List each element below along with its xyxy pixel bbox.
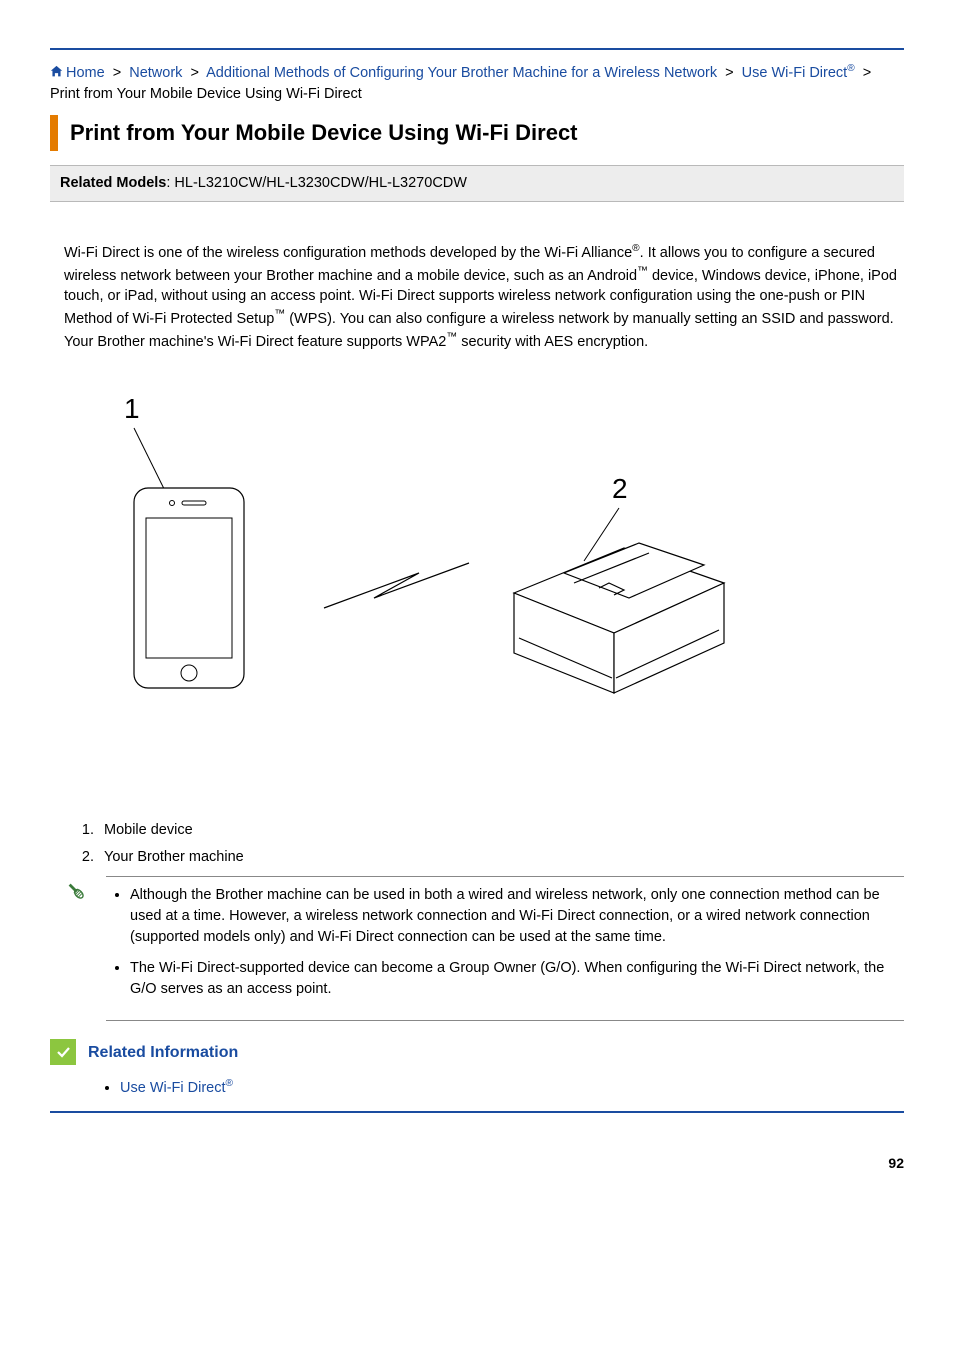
page-number: 92	[50, 1153, 904, 1173]
breadcrumb-use-wifi-direct[interactable]: Use Wi-Fi Direct®	[742, 65, 855, 81]
breadcrumb-network[interactable]: Network	[129, 65, 182, 81]
related-information-title: Related Information	[88, 1041, 238, 1064]
diagram-legend: Mobile device Your Brother machine	[84, 820, 904, 868]
breadcrumb-home[interactable]: Home	[66, 65, 105, 81]
intro-paragraph: Wi-Fi Direct is one of the wireless conf…	[64, 242, 904, 353]
note-item-2: The Wi-Fi Direct-supported device can be…	[130, 958, 904, 1000]
wireless-icon	[324, 563, 469, 608]
breadcrumb-sep: >	[113, 65, 121, 81]
page-title: Print from Your Mobile Device Using Wi-F…	[50, 115, 904, 151]
top-rule	[50, 48, 904, 50]
related-models-label: Related Models	[60, 175, 166, 191]
mobile-device-icon	[134, 488, 244, 688]
note-icon	[64, 876, 88, 1021]
breadcrumb-additional-methods[interactable]: Additional Methods of Configuring Your B…	[206, 65, 717, 81]
breadcrumb-sep: >	[863, 65, 871, 81]
related-models-bar: Related Models: HL-L3210CW/HL-L3230CDW/H…	[50, 165, 904, 202]
diagram-label-2: 2	[612, 473, 628, 504]
breadcrumb: Home > Network > Additional Methods of C…	[50, 62, 904, 105]
breadcrumb-sep: >	[190, 65, 198, 81]
diagram-wifi-direct: 1 2	[64, 393, 904, 730]
breadcrumb-current: Print from Your Mobile Device Using Wi-F…	[50, 86, 362, 102]
note-item-1: Although the Brother machine can be used…	[130, 885, 904, 948]
related-link-use-wifi-direct[interactable]: Use Wi-Fi Direct®	[120, 1080, 233, 1096]
legend-item-2: Your Brother machine	[98, 847, 904, 868]
related-information-header: Related Information	[50, 1039, 904, 1065]
legend-item-1: Mobile device	[98, 820, 904, 841]
breadcrumb-sep: >	[725, 65, 733, 81]
related-information-list: Use Wi-Fi Direct®	[50, 1073, 904, 1113]
diagram-label-1: 1	[124, 393, 140, 424]
check-icon	[50, 1039, 76, 1065]
home-icon	[50, 64, 63, 77]
note-block: Although the Brother machine can be used…	[64, 876, 904, 1021]
printer-icon	[514, 543, 724, 693]
related-models-value: : HL-L3210CW/HL-L3230CDW/HL-L3270CDW	[166, 175, 467, 191]
